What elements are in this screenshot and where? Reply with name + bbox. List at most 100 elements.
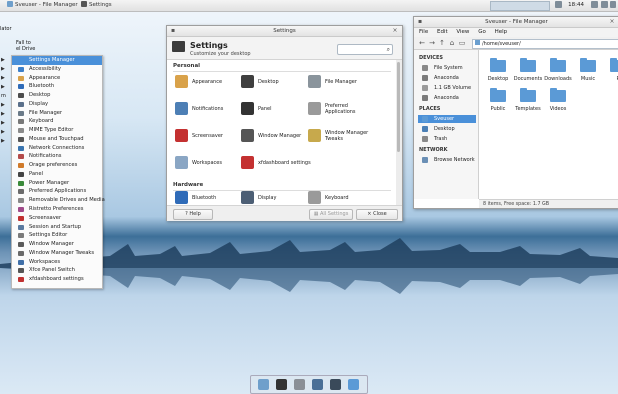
taskbar-item-file-manager[interactable]: Sveuser - File Manager	[4, 1, 81, 10]
menu-item-display[interactable]: Display	[12, 100, 102, 109]
location-bar[interactable]: /home/sveuser/	[472, 39, 618, 49]
menu-item-preferred-applications[interactable]: Preferred Applications	[12, 187, 102, 196]
sidebar-item-anaconda[interactable]: Anaconda	[418, 94, 476, 102]
folder-icon[interactable]	[348, 379, 359, 390]
setting-appearance[interactable]: Appearance	[175, 73, 245, 91]
folder-public[interactable]: Public	[483, 88, 513, 118]
search-icon[interactable]	[330, 379, 341, 390]
menu-edit[interactable]: Edit	[437, 29, 448, 35]
sidebar-item-1-1-gb-volume[interactable]: 1.1 GB Volume	[418, 84, 476, 92]
user-tray-icon[interactable]	[610, 1, 616, 8]
setting-bluetooth[interactable]: Bluetooth	[175, 189, 245, 205]
home-icon[interactable]: ⌂	[448, 39, 456, 47]
menu-item-orage-preferences[interactable]: Orage preferences	[12, 161, 102, 170]
settings-scrollbar[interactable]	[396, 60, 402, 205]
taskbar-item-settings[interactable]: Settings	[78, 1, 115, 10]
menu-item-notifications[interactable]: Notifications	[12, 152, 102, 161]
menu-item-xfce-panel-switch[interactable]: Xfce Panel Switch	[12, 266, 102, 275]
sidebar-item-trash[interactable]: Trash	[418, 135, 476, 143]
menu-view[interactable]: View	[456, 29, 469, 35]
close-icon[interactable]: ×	[609, 19, 615, 25]
menu-item-accessibility[interactable]: Accessibility	[12, 65, 102, 74]
setting-display[interactable]: Display	[241, 189, 311, 205]
menu-item-ristretto-preferences[interactable]: Ristretto Preferences	[12, 205, 102, 214]
setting-panel[interactable]: Panel	[241, 100, 311, 118]
menu-item-appearance[interactable]: Appearance	[12, 74, 102, 83]
notifications-icon	[175, 102, 188, 115]
network-tray-icon[interactable]	[555, 1, 562, 8]
menu-item-removable-drives-and-media[interactable]: Removable Drives and Media	[12, 196, 105, 205]
menu-item-file-manager[interactable]: File Manager	[12, 109, 102, 118]
menu-item-settings-manager[interactable]: Settings Manager	[12, 56, 102, 65]
folder-p[interactable]: P	[603, 58, 618, 88]
menu-item-bluetooth[interactable]: Bluetooth	[12, 82, 102, 91]
desktop-icon-label[interactable]: el Drive	[16, 46, 35, 52]
terminal-icon[interactable]	[276, 379, 287, 390]
folder-templates[interactable]: Templates	[513, 88, 543, 118]
file-manager-titlebar[interactable]: ▪ Sveuser - File Manager ×	[414, 17, 618, 28]
folder-icon	[580, 58, 596, 72]
desktop-icon-label[interactable]: lator	[0, 26, 12, 32]
close-icon[interactable]: ×	[392, 28, 398, 34]
folder-videos[interactable]: Videos	[543, 88, 573, 118]
search-icon[interactable]: ⌕	[387, 46, 390, 53]
setting-desktop[interactable]: Desktop	[241, 73, 311, 91]
search-input[interactable]: ⌕	[337, 44, 393, 55]
sidebar-item-browse-network[interactable]: Browse Network	[418, 156, 476, 164]
setting-file-manager[interactable]: File Manager	[308, 73, 378, 91]
clock[interactable]: 18:44	[568, 1, 584, 10]
up-icon[interactable]: ↑	[438, 39, 446, 47]
menu-item-window-manager[interactable]: Window Manager	[12, 240, 102, 249]
trash-icon	[422, 136, 428, 142]
menu-item-window-manager-tweaks[interactable]: Window Manager Tweaks	[12, 249, 102, 258]
menu-item-desktop[interactable]: Desktop	[12, 91, 102, 100]
setting-keyboard[interactable]: Keyboard	[308, 189, 378, 205]
settings-titlebar[interactable]: ▪ Settings ×	[167, 26, 402, 37]
menu-item-mouse-and-touchpad[interactable]: Mouse and Touchpad	[12, 135, 102, 144]
all-settings-button[interactable]: ▦ All Settings	[309, 209, 353, 220]
folder-documents[interactable]: Documents	[513, 58, 543, 88]
file-manager-icon[interactable]	[294, 379, 305, 390]
power-tray-icon[interactable]	[601, 1, 608, 8]
setting-xfdashboard-settings[interactable]: xfdashboard settings	[241, 154, 311, 172]
new-folder-icon[interactable]: ▭	[458, 39, 466, 47]
menu-item-power-manager[interactable]: Power Manager	[12, 179, 102, 188]
browser-icon[interactable]	[312, 379, 323, 390]
desktop-icon-label[interactable]: m	[1, 93, 6, 99]
folder-music[interactable]: Music	[573, 58, 603, 88]
scrollbar-thumb[interactable]	[397, 62, 400, 152]
help-button[interactable]: ? Help	[173, 209, 213, 220]
menu-item-workspaces[interactable]: Workspaces	[12, 258, 102, 267]
menu-item-settings-editor[interactable]: Settings Editor	[12, 231, 102, 240]
menu-item-mime-type-editor[interactable]: MIME Type Editor	[12, 126, 102, 135]
desktop-icon[interactable]	[258, 379, 269, 390]
menu-item-xfdashboard-settings[interactable]: xfdashboard settings	[12, 275, 102, 284]
menu-item-keyboard[interactable]: Keyboard	[12, 117, 102, 126]
menu-file[interactable]: File	[419, 29, 428, 35]
menu-help[interactable]: Help	[495, 29, 508, 35]
setting-window-manager[interactable]: Window Manager	[241, 127, 311, 145]
back-icon[interactable]: ←	[418, 39, 426, 47]
volume-tray-icon[interactable]	[591, 1, 598, 8]
close-button[interactable]: × Close	[356, 209, 398, 220]
menu-item-network-connections[interactable]: Network Connections	[12, 144, 102, 153]
sidebar-item-sveuser[interactable]: Sveuser	[418, 115, 476, 123]
menu-item-screensaver[interactable]: Screensaver	[12, 214, 102, 223]
sidebar-item-desktop[interactable]: Desktop	[418, 125, 476, 133]
window-menu-icon[interactable]: ▪	[417, 19, 423, 25]
menu-item-panel[interactable]: Panel	[12, 170, 102, 179]
workspace-switcher[interactable]	[490, 1, 550, 11]
setting-notifications[interactable]: Notifications	[175, 100, 245, 118]
setting-preferred-applications[interactable]: Preferred Applications	[308, 100, 378, 118]
setting-workspaces[interactable]: Workspaces	[175, 154, 245, 172]
setting-window-manager-tweaks[interactable]: Window Manager Tweaks	[308, 127, 378, 145]
window-menu-icon[interactable]: ▪	[170, 28, 176, 34]
sidebar-item-file-system[interactable]: File System	[418, 64, 476, 72]
menu-go[interactable]: Go	[478, 29, 486, 35]
folder-desktop[interactable]: Desktop	[483, 58, 513, 88]
folder-downloads[interactable]: Downloads	[543, 58, 573, 88]
forward-icon[interactable]: →	[428, 39, 436, 47]
setting-screensaver[interactable]: Screensaver	[175, 127, 245, 145]
menu-item-session-and-startup[interactable]: Session and Startup	[12, 223, 102, 232]
sidebar-item-anaconda[interactable]: Anaconda	[418, 74, 476, 82]
